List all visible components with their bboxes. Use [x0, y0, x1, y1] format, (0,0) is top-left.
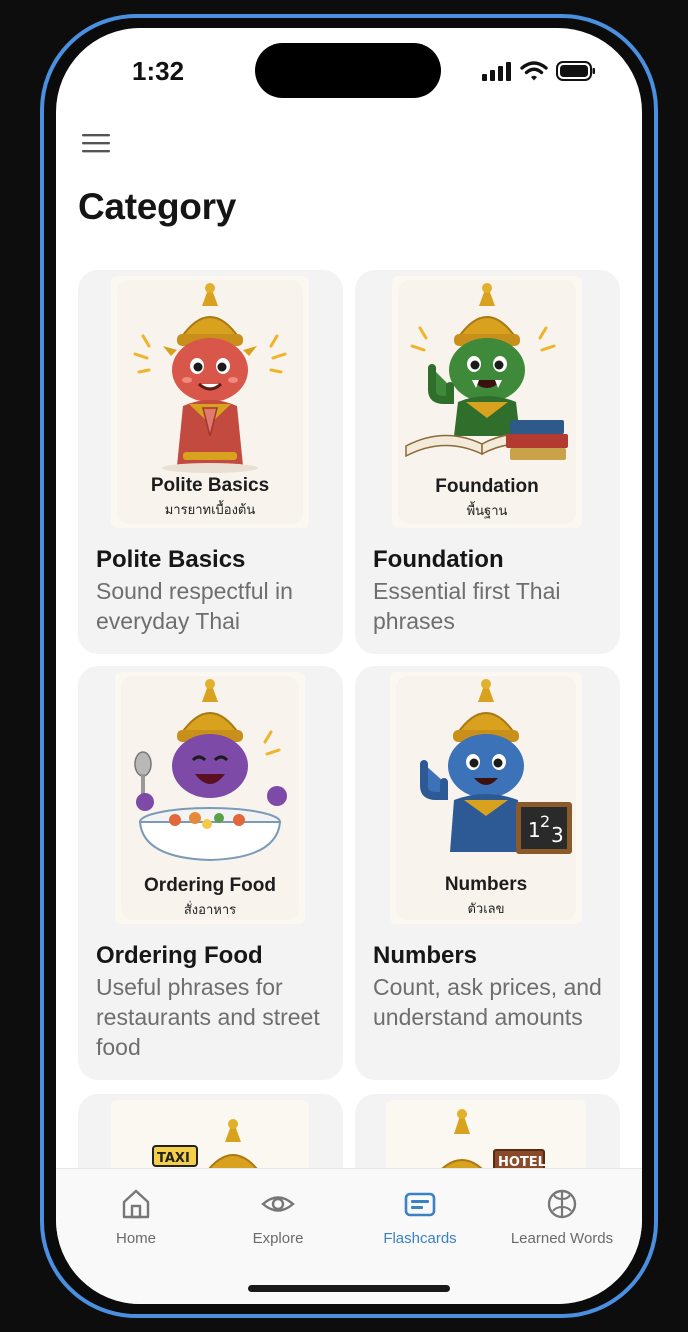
bottom-tab-bar: Home Explore Flashcards Learned Words	[56, 1168, 642, 1304]
card-title: Numbers	[373, 942, 478, 969]
card-title: Polite Basics	[96, 546, 246, 573]
home-icon	[122, 1189, 150, 1219]
tab-flashcards[interactable]: Flashcards	[350, 1187, 490, 1247]
signal-icon	[482, 62, 511, 81]
status-time: 1:32	[132, 56, 185, 86]
card-image: 1 2 3 Numbers ตัวเลข	[390, 672, 582, 924]
mascot-food-illustration	[134, 679, 287, 862]
card-title: Ordering Food	[96, 942, 263, 969]
app-screen: 1:32 Category Polite Basics มารยาทเบื้อง…	[56, 28, 642, 1304]
category-card-numbers[interactable]: 1 2 3 Numbers ตัวเลข Numbers Count, ask …	[355, 666, 620, 1080]
image-label-th: พื้นฐาน	[466, 504, 508, 519]
dynamic-island	[255, 43, 441, 98]
image-label-th: มารยาทเบื้องต้น	[164, 503, 256, 518]
image-label-en: Numbers	[444, 874, 528, 895]
svg-text:2: 2	[540, 812, 550, 831]
menu-icon[interactable]	[80, 132, 112, 158]
status-icons	[482, 60, 596, 82]
flashcards-icon	[404, 1192, 436, 1217]
card-image: Ordering Food สั่งอาหาร	[115, 672, 305, 924]
card-title: Foundation	[373, 546, 504, 573]
status-bar: 1:32	[56, 28, 642, 118]
card-description: Essential first Thai phrases	[373, 578, 561, 634]
tab-learned-words[interactable]: Learned Words	[492, 1187, 632, 1247]
image-label-en: Polite Basics	[150, 475, 270, 496]
svg-text:3: 3	[551, 823, 564, 847]
battery-icon	[556, 61, 595, 81]
mascot-numbers-illustration: 1 2 3	[420, 679, 572, 854]
category-card-foundation[interactable]: Foundation พื้นฐาน Foundation Essential …	[355, 270, 620, 654]
category-card-ordering-food[interactable]: Ordering Food สั่งอาหาร Ordering Food Us…	[78, 666, 343, 1080]
page-title: Category	[78, 186, 236, 227]
card-description: Sound respectful in everyday Thai	[96, 578, 293, 634]
card-description: Useful phrases for restaurants and stree…	[96, 974, 320, 1060]
card-image: Foundation พื้นฐาน	[392, 276, 582, 528]
mascot-books-illustration	[405, 283, 568, 460]
tab-home[interactable]: Home	[66, 1187, 206, 1247]
image-label-en: Ordering Food	[144, 875, 276, 896]
category-card-polite-basics[interactable]: Polite Basics มารยาทเบื้องต้น Polite Bas…	[78, 270, 343, 654]
svg-text:1: 1	[528, 818, 541, 842]
brain-icon	[547, 1189, 577, 1219]
tab-label: Learned Words	[510, 1230, 614, 1247]
card-description: Count, ask prices, and understand amount…	[373, 974, 602, 1030]
wifi-icon	[520, 61, 548, 81]
card-image: Polite Basics มารยาทเบื้องต้น	[111, 276, 309, 528]
image-label-en: Foundation	[435, 476, 539, 497]
eye-icon	[261, 1196, 295, 1212]
taxi-sign-text: TAXI	[157, 1151, 190, 1166]
image-label-th: สั่งอาหาร	[183, 903, 237, 918]
mascot-wai-illustration	[133, 283, 287, 473]
tab-label: Home	[115, 1230, 156, 1247]
tab-label: Flashcards	[383, 1230, 457, 1247]
tab-explore[interactable]: Explore	[208, 1187, 348, 1247]
tab-label: Explore	[252, 1230, 304, 1247]
image-label-th: ตัวเลข	[467, 902, 505, 917]
home-indicator	[248, 1285, 450, 1292]
